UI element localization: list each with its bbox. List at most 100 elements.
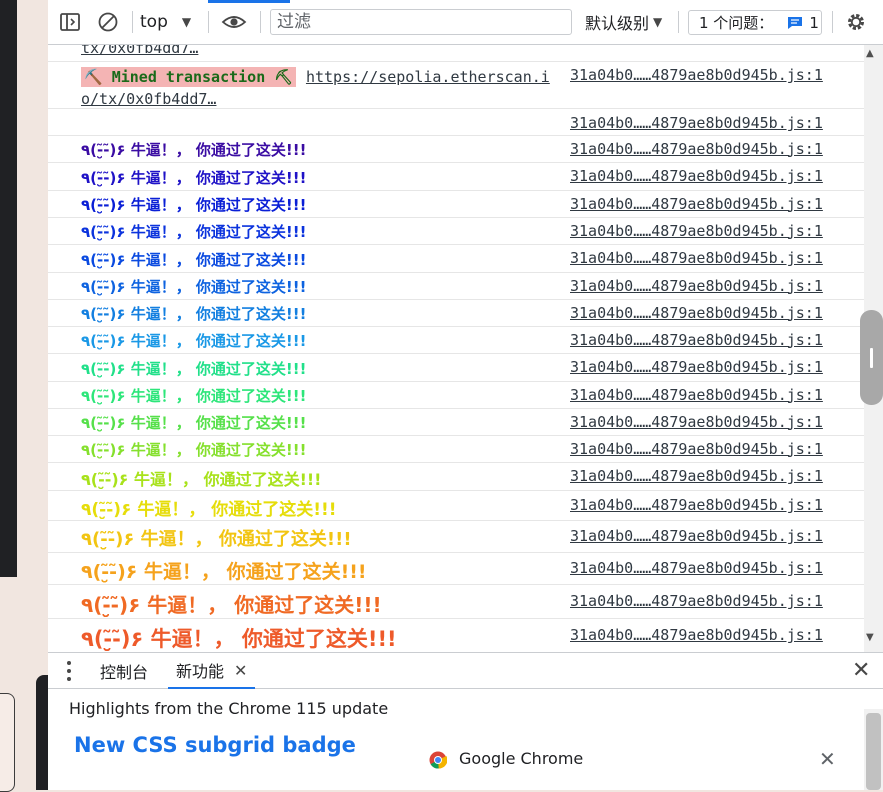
toolbar-separator [208,11,209,33]
console-row: ٩(-̮̮̃-̃)۶ 牛逼！， 你通过了这关!!! 31a04b0……4879ae… [48,191,864,218]
celebration-message: ٩(-̮̮̃-̃)۶ 牛逼！， 你通过了这关!!! [81,196,307,214]
more-tools-icon[interactable] [66,661,72,681]
celebration-message: ٩(-̮̮̃-̃)۶ 牛逼！， 你通过了这关!!! [81,223,307,241]
console-row: ٩(-̮̮̃-̃)۶ 牛逼！， 你通过了这关!!! 31a04b0……4879ae… [48,354,864,382]
source-link[interactable]: 31a04b0……4879ae8b0d945b.js:1 [570,527,823,545]
sidebar-toggle-icon[interactable] [58,8,82,36]
console-row: ٩(-̮̮̃-̃)۶ 牛逼！， 你通过了这关!!! 31a04b0……4879ae… [48,436,864,463]
close-tab-icon[interactable]: ✕ [234,661,247,680]
close-drawer-icon[interactable]: ✕ [852,660,870,682]
console-row: ٩(-̮̮̃-̃)۶ 牛逼！， 你通过了这关!!! 31a04b0……4879ae… [48,273,864,300]
filter-input[interactable]: 过滤 [270,9,572,35]
source-link[interactable]: 31a04b0……4879ae8b0d945b.js:1 [570,195,823,213]
console-row: ٩(-̮̮̃-̃)۶ 牛逼！， 你通过了这关!!! 31a04b0……4879ae… [48,327,864,354]
highlights-heading: Highlights from the Chrome 115 update [69,699,389,718]
log-levels-dropdown[interactable]: 默认级别 ▼ [585,8,662,36]
chevron-down-icon: ▼ [181,15,192,29]
source-link[interactable]: 31a04b0……4879ae8b0d945b.js:1 [570,167,823,185]
whats-new-panel: Highlights from the Chrome 115 update Ne… [48,689,883,790]
console-row: ٩(-̮̮̃-̃)۶ 牛逼！， 你通过了这关!!! 31a04b0……4879ae… [48,463,864,491]
notification-title: Google Chrome [459,749,584,768]
source-link[interactable]: 31a04b0……4879ae8b0d945b.js:1 [570,222,823,240]
etherscan-link-continued[interactable]: o/tx/0x0fb4dd7… [81,90,216,108]
toolbar-separator [832,11,833,33]
console-row: ٩(-̮̮̃-̃)۶ 牛逼！， 你通过了这关!!! 31a04b0……4879ae… [48,619,864,652]
celebration-message: ٩(-̮̮̃-̃)۶ 牛逼！， 你通过了这关!!! [81,593,382,617]
console-row: ٩(-̮̮̃-̃)۶ 牛逼！， 你通过了这关!!! 31a04b0……4879ae… [48,409,864,436]
toolbar-separator [132,11,133,33]
whats-new-scrollbar-thumb[interactable] [866,713,881,790]
console-messages: tx/0x0fb4dd7… ⛏️ Mined transaction ⛏ htt… [48,45,864,652]
background-card [0,693,15,792]
source-link[interactable]: 31a04b0……4879ae8b0d945b.js:1 [570,440,823,458]
source-link[interactable]: 31a04b0……4879ae8b0d945b.js:1 [570,626,823,644]
source-link[interactable]: 31a04b0……4879ae8b0d945b.js:1 [570,496,823,514]
console-row: ٩(-̮̮̃-̃)۶ 牛逼！， 你通过了这关!!! 31a04b0……4879ae… [48,585,864,619]
console-row: ٩(-̮̮̃-̃)۶ 牛逼！， 你通过了这关!!! 31a04b0……4879ae… [48,553,864,585]
console-row: ٩(-̮̮̃-̃)۶ 牛逼！， 你通过了这关!!! 31a04b0……4879ae… [48,136,864,163]
issues-label: 1 个问题： [699,14,774,32]
source-link[interactable]: 31a04b0……4879ae8b0d945b.js:1 [570,249,823,267]
tab-console-label: 控制台 [100,663,149,682]
celebration-message: ٩(-̮̮̃-̃)۶ 牛逼！， 你通过了这关!!! [81,529,352,550]
source-link[interactable]: 31a04b0……4879ae8b0d945b.js:1 [570,66,823,84]
celebration-message: ٩(-̮̮̃-̃)۶ 牛逼！， 你通过了这关!!! [81,305,307,323]
context-label: top [140,12,168,32]
background-window-edge [0,0,17,577]
active-tab-indicator [208,0,290,3]
source-link[interactable]: 31a04b0……4879ae8b0d945b.js:1 [570,140,823,158]
mined-transaction-label: ⛏️ Mined transaction ⛏ [81,67,297,87]
celebration-message: ٩(-̮̮̃-̃)۶ 牛逼！， 你通过了这关!!! [81,470,322,489]
celebration-message: ٩(-̮̮̃-̃)۶ 牛逼！， 你通过了这关!!! [81,499,337,520]
drawer-tabbar: 控制台 新功能 ✕ ✕ [48,652,883,689]
celebration-message: ٩(-̮̮̃-̃)۶ 牛逼！， 你通过了这关!!! [81,332,307,350]
console-row: 31a04b0……4879ae8b0d945b.js:1 [48,109,864,136]
scroll-down-icon[interactable]: ▼ [866,632,874,643]
source-link[interactable]: 31a04b0……4879ae8b0d945b.js:1 [570,592,823,610]
feature-card-title[interactable]: New CSS subgrid badge [74,733,356,757]
source-link[interactable]: 31a04b0……4879ae8b0d945b.js:1 [570,304,823,322]
log-levels-label: 默认级别 [585,14,650,33]
source-link[interactable]: 31a04b0……4879ae8b0d945b.js:1 [570,559,823,577]
tab-whats-new-label: 新功能 [176,662,225,681]
tab-whats-new[interactable]: 新功能 ✕ [168,653,256,689]
toolbar-separator [260,11,261,33]
source-link[interactable]: 31a04b0……4879ae8b0d945b.js:1 [570,386,823,404]
clear-console-icon[interactable] [96,8,120,36]
context-selector[interactable]: top ▼ [140,8,191,36]
celebration-message: ٩(-̮̮̃-̃)۶ 牛逼！， 你通过了这关!!! [81,141,307,159]
console-row: ٩(-̮̮̃-̃)۶ 牛逼！， 你通过了这关!!! 31a04b0……4879ae… [48,245,864,273]
source-link[interactable]: 31a04b0……4879ae8b0d945b.js:1 [570,277,823,295]
console-row: ٩(-̮̮̃-̃)۶ 牛逼！， 你通过了这关!!! 31a04b0……4879ae… [48,163,864,191]
celebration-message: ٩(-̮̮̃-̃)۶ 牛逼！， 你通过了这关!!! [81,414,307,432]
console-row: ٩(-̮̮̃-̃)۶ 牛逼！， 你通过了这关!!! 31a04b0……4879ae… [48,300,864,327]
chrome-notification: Google Chrome ✕ [409,727,864,790]
toolbar-separator [678,11,679,33]
celebration-message: ٩(-̮̮̃-̃)۶ 牛逼！， 你通过了这关!!! [81,250,307,269]
scroll-up-icon[interactable]: ▲ [866,48,874,59]
console-row: ⛏️ Mined transaction ⛏ https://sepolia.e… [48,62,864,109]
source-link[interactable]: 31a04b0……4879ae8b0d945b.js:1 [570,358,823,376]
source-link[interactable]: 31a04b0……4879ae8b0d945b.js:1 [570,413,823,431]
celebration-message: ٩(-̮̮̃-̃)۶ 牛逼！， 你通过了这关!!! [81,560,367,583]
console-scrollbar-thumb[interactable] [860,310,883,405]
tab-console[interactable]: 控制台 [100,653,148,689]
celebration-message: ٩(-̮̮̃-̃)۶ 牛逼！， 你通过了这关!!! [81,387,307,405]
celebration-message: ٩(-̮̮̃-̃)۶ 牛逼！， 你通过了这关!!! [81,626,397,651]
tx-link[interactable]: tx/0x0fb4dd7… [81,45,198,57]
etherscan-link[interactable]: https://sepolia.etherscan.i [306,68,550,86]
close-notification-icon[interactable]: ✕ [819,747,836,771]
console-row: tx/0x0fb4dd7… [48,45,864,62]
live-expression-eye-icon[interactable] [220,8,248,36]
celebration-message: ٩(-̮̮̃-̃)۶ 牛逼！， 你通过了这关!!! [81,168,307,187]
celebration-message: ٩(-̮̮̃-̃)۶ 牛逼！， 你通过了这关!!! [81,278,307,296]
source-link[interactable]: 31a04b0……4879ae8b0d945b.js:1 [570,114,823,132]
issues-button[interactable]: 1 个问题： 1 [688,10,822,35]
source-link[interactable]: 31a04b0……4879ae8b0d945b.js:1 [570,467,823,485]
source-link[interactable]: 31a04b0……4879ae8b0d945b.js:1 [570,331,823,349]
celebration-message: ٩(-̮̮̃-̃)۶ 牛逼！， 你通过了这关!!! [81,441,307,459]
gear-icon[interactable] [842,8,870,36]
console-row: ٩(-̮̮̃-̃)۶ 牛逼！， 你通过了这关!!! 31a04b0……4879ae… [48,218,864,245]
chrome-logo-icon [429,751,447,769]
message-icon [788,16,803,29]
